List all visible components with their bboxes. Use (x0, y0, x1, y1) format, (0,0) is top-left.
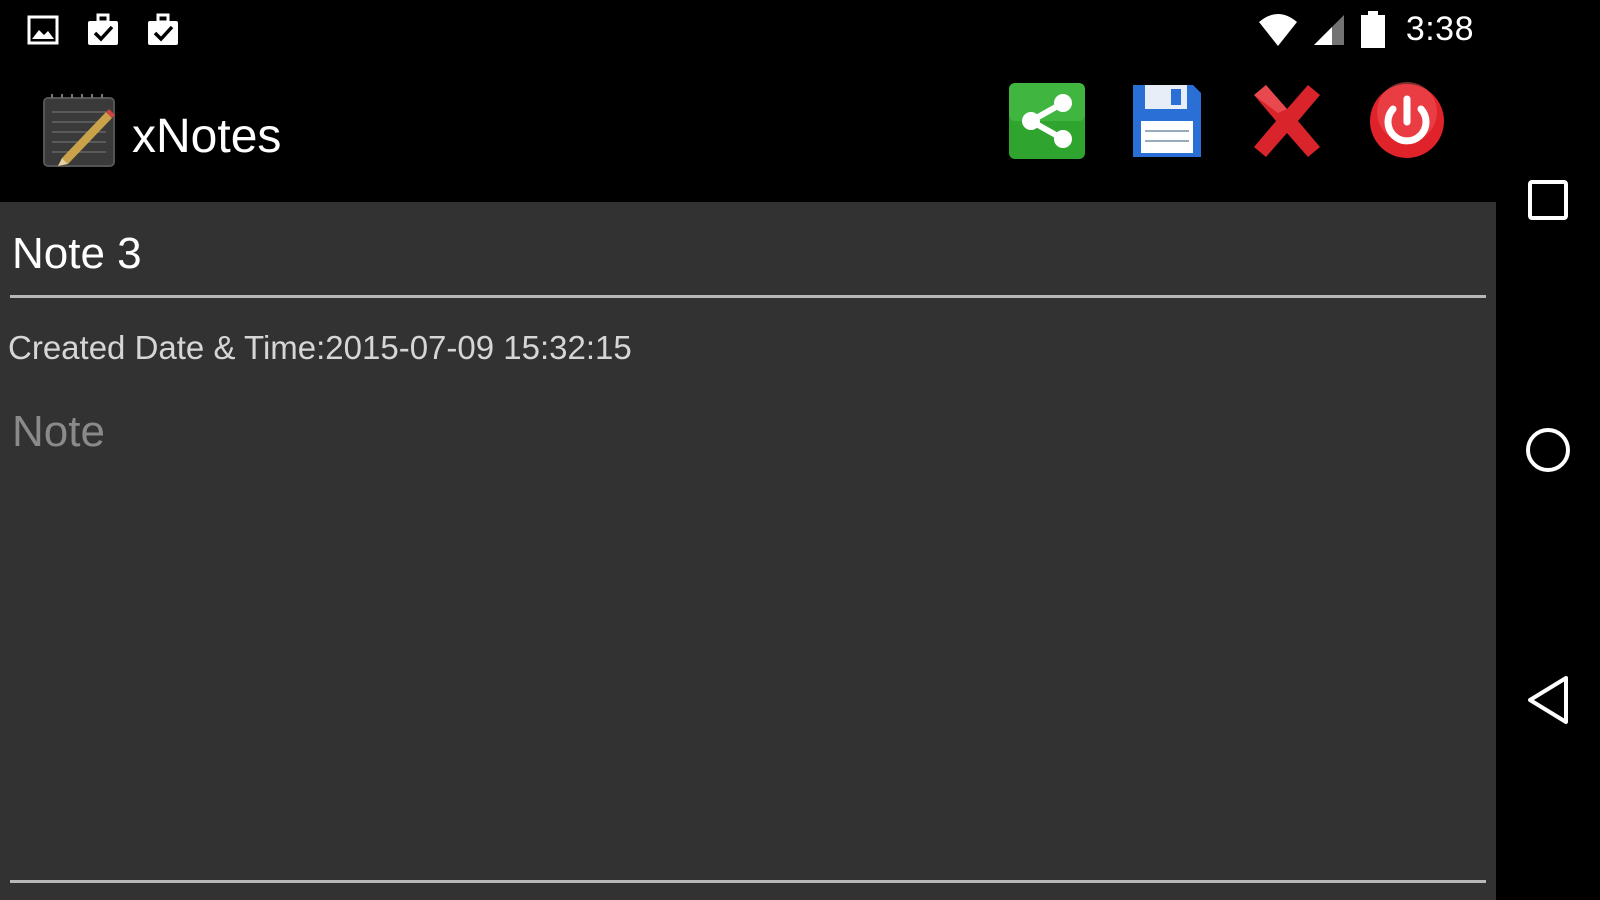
signal-icon (1313, 14, 1344, 45)
delete-button[interactable] (1246, 80, 1328, 162)
back-triangle-icon (1528, 676, 1568, 724)
battery-icon (1360, 10, 1385, 48)
system-status: 3:38 (1258, 10, 1474, 49)
note-editor: Note 3 Created Date & Time:2015-07-09 15… (0, 202, 1496, 900)
note-title-input[interactable]: Note 3 (10, 224, 1486, 298)
power-icon (1370, 82, 1444, 158)
red-x-icon (1254, 85, 1320, 157)
navigation-bar (1496, 0, 1600, 900)
status-bar: 3:38 (0, 0, 1496, 66)
app-title: xNotes (132, 110, 282, 163)
save-button[interactable] (1126, 80, 1208, 162)
home-circle-icon (1526, 428, 1570, 472)
note-body-input[interactable]: Note (10, 402, 1486, 883)
notepad-pencil-icon (43, 94, 115, 167)
image-notification-icon (27, 15, 59, 45)
action-buttons (1006, 80, 1448, 162)
created-date-label: Created Date & Time:2015-07-09 15:32:15 (8, 329, 632, 366)
floppy-disk-icon (1133, 85, 1201, 157)
power-button[interactable] (1366, 80, 1448, 162)
notification-icons (26, 13, 180, 47)
action-bar: xNotes (0, 66, 1496, 202)
status-time: 3:38 (1405, 10, 1474, 48)
recents-button[interactable] (1508, 160, 1588, 240)
home-button[interactable] (1508, 410, 1588, 490)
share-icon (1009, 83, 1085, 159)
recents-square-icon (1528, 180, 1568, 220)
clipboard-check-icon (148, 13, 178, 45)
clipboard-check-icon (88, 13, 118, 45)
share-button[interactable] (1006, 80, 1088, 162)
screen: 3:38 xNotes Note 3 Created Date & Time:2… (0, 0, 1600, 900)
wifi-icon (1258, 13, 1297, 46)
back-button[interactable] (1508, 660, 1588, 740)
